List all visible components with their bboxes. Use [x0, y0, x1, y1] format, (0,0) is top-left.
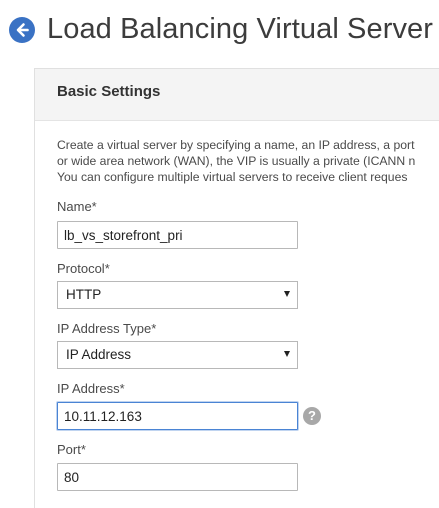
name-input[interactable]	[57, 221, 298, 249]
dropdown-arrow-icon	[284, 291, 290, 297]
basic-settings-panel: Basic Settings Create a virtual server b…	[34, 68, 439, 508]
question-mark-icon[interactable]: ?	[303, 407, 321, 425]
ip-address-type-select[interactable]: IP Address	[57, 341, 298, 369]
protocol-select[interactable]: HTTP	[57, 281, 298, 309]
panel-title: Basic Settings	[57, 83, 161, 100]
description-text: Create a virtual server by specifying a …	[57, 137, 439, 185]
panel-header: Basic Settings	[35, 69, 439, 121]
protocol-label: Protocol*	[57, 261, 110, 276]
ip-address-label: IP Address*	[57, 381, 125, 396]
description-line: Create a virtual server by specifying a …	[57, 138, 415, 152]
description-line: You can configure multiple virtual serve…	[57, 170, 408, 184]
dropdown-arrow-icon	[284, 351, 290, 357]
back-arrow-icon[interactable]	[9, 17, 35, 43]
ip-address-input[interactable]	[57, 402, 298, 430]
description-line: or wide area network (WAN), the VIP is u…	[57, 154, 416, 168]
port-input[interactable]	[57, 463, 298, 491]
back-arrow-glyph	[16, 23, 29, 37]
page-title: Load Balancing Virtual Server	[47, 13, 434, 45]
page-header: Load Balancing Virtual Server	[0, 0, 439, 60]
ip-address-type-label: IP Address Type*	[57, 321, 157, 336]
port-label: Port*	[57, 442, 86, 457]
protocol-selected-value: HTTP	[66, 287, 102, 302]
name-label: Name*	[57, 199, 97, 214]
ip-address-type-selected-value: IP Address	[66, 347, 132, 362]
page: Load Balancing Virtual Server Basic Sett…	[0, 0, 439, 508]
